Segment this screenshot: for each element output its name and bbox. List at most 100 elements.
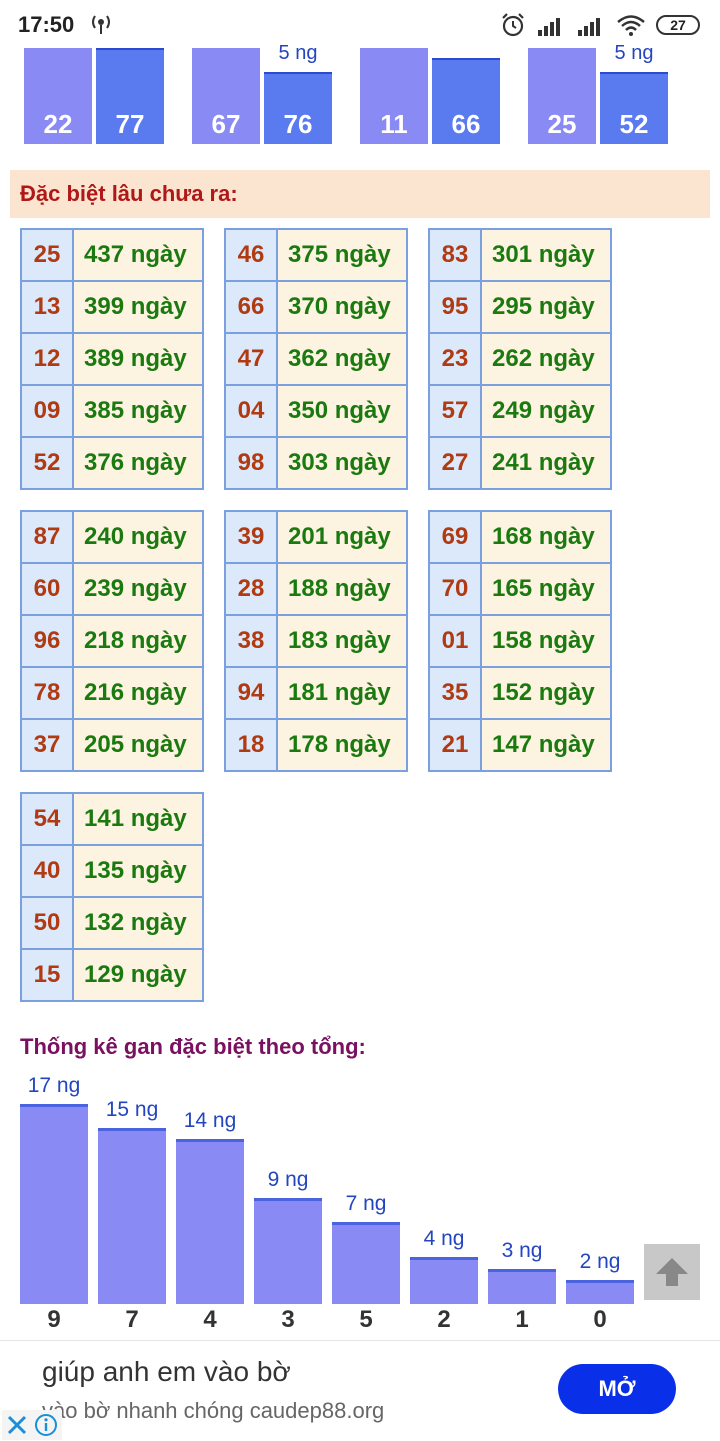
- info-icon[interactable]: [34, 1413, 58, 1437]
- table-row: 18 178 ngày: [226, 720, 406, 770]
- days-cell: 262 ngày: [482, 334, 610, 384]
- battery-icon: 27: [656, 15, 700, 35]
- table-row: 87 240 ngày: [22, 512, 202, 564]
- gan-table: 83 301 ngày 95 295 ngày 23 262 ngày 57 249 ngày…: [428, 228, 612, 490]
- top-bar: 52: [600, 72, 668, 144]
- top-bar-label: 5 ng: [614, 42, 654, 64]
- chart-bar: [332, 1222, 400, 1304]
- top-bar: 66: [432, 58, 500, 144]
- chart-category-label: 0: [593, 1306, 607, 1333]
- chart-bar-label: 17 ng: [27, 1074, 81, 1097]
- number-cell: 46: [226, 230, 278, 280]
- gan-table: 46 375 ngày 66 370 ngày 47 362 ngày 04 350 ngày…: [224, 228, 408, 490]
- table-row: 15 129 ngày: [22, 950, 202, 1000]
- scroll-to-top-button[interactable]: [644, 1244, 700, 1300]
- days-cell: 399 ngày: [74, 282, 202, 332]
- number-cell: 57: [430, 386, 482, 436]
- chart-bar-label: 2 ng: [579, 1250, 621, 1273]
- table-row: 46 375 ngày: [226, 230, 406, 282]
- chart-category-label: 1: [515, 1306, 529, 1333]
- days-cell: 132 ngày: [74, 898, 202, 948]
- table-row: 66 370 ngày: [226, 282, 406, 334]
- days-cell: 205 ngày: [74, 720, 202, 770]
- table-row: 21 147 ngày: [430, 720, 610, 770]
- radio-icon: [92, 15, 110, 34]
- number-cell: 98: [226, 438, 278, 488]
- days-cell: 303 ngày: [278, 438, 406, 488]
- wifi-icon: [617, 15, 645, 36]
- chart-category-label: 9: [47, 1306, 61, 1333]
- top-bar: 67: [192, 48, 260, 144]
- days-cell: 249 ngày: [482, 386, 610, 436]
- days-cell: 165 ngày: [482, 564, 610, 614]
- gan-table: 25 437 ngày 13 399 ngày 12 389 ngày 09 385 ngày…: [20, 228, 204, 490]
- chart-bar-label: 4 ng: [423, 1227, 465, 1250]
- number-cell: 09: [22, 386, 74, 436]
- table-row: 57 249 ngày: [430, 386, 610, 438]
- number-cell: 38: [226, 616, 278, 666]
- days-cell: 181 ngày: [278, 668, 406, 718]
- table-row: 09 385 ngày: [22, 386, 202, 438]
- number-cell: 47: [226, 334, 278, 384]
- days-cell: 350 ngày: [278, 386, 406, 436]
- ad-open-button[interactable]: MỞ: [558, 1364, 676, 1414]
- days-cell: 168 ngày: [482, 512, 610, 562]
- number-cell: 94: [226, 668, 278, 718]
- number-cell: 78: [22, 668, 74, 718]
- chart-bar-label: 7 ng: [345, 1192, 387, 1215]
- number-cell: 70: [430, 564, 482, 614]
- days-cell: 178 ngày: [278, 720, 406, 770]
- chart-category-label: 5: [359, 1306, 373, 1333]
- number-cell: 39: [226, 512, 278, 562]
- sum-chart-title: Thống kê gan đặc biệt theo tổng:: [20, 1034, 366, 1059]
- days-cell: 240 ngày: [74, 512, 202, 562]
- table-row: 98 303 ngày: [226, 438, 406, 488]
- days-cell: 437 ngày: [74, 230, 202, 280]
- chart-bar: [254, 1198, 322, 1304]
- days-cell: 158 ngày: [482, 616, 610, 666]
- ad-close-area[interactable]: [2, 1410, 62, 1440]
- days-cell: 389 ngày: [74, 334, 202, 384]
- days-cell: 239 ngày: [74, 564, 202, 614]
- ad-subtitle[interactable]: vào bờ nhanh chóng caudep88.org: [42, 1398, 384, 1424]
- signal-icon: [538, 18, 560, 36]
- number-cell: 83: [430, 230, 482, 280]
- table-row: 47 362 ngày: [226, 334, 406, 386]
- alarm-icon: [502, 13, 524, 37]
- days-cell: 370 ngày: [278, 282, 406, 332]
- days-cell: 218 ngày: [74, 616, 202, 666]
- table-row: 27 241 ngày: [430, 438, 610, 488]
- days-cell: 129 ngày: [74, 950, 202, 1000]
- chart-bar: [20, 1104, 88, 1304]
- number-cell: 69: [430, 512, 482, 562]
- table-row: 95 295 ngày: [430, 282, 610, 334]
- number-cell: 60: [22, 564, 74, 614]
- chart-bar-label: 14 ng: [183, 1109, 237, 1132]
- gan-table: 54 141 ngày 40 135 ngày 50 132 ngày 15 129 ngày: [20, 792, 204, 1002]
- days-cell: 147 ngày: [482, 720, 610, 770]
- table-row: 37 205 ngày: [22, 720, 202, 770]
- days-cell: 183 ngày: [278, 616, 406, 666]
- number-cell: 28: [226, 564, 278, 614]
- table-row: 78 216 ngày: [22, 668, 202, 720]
- number-cell: 87: [22, 512, 74, 562]
- table-row: 69 168 ngày: [430, 512, 610, 564]
- days-cell: 135 ngày: [74, 846, 202, 896]
- days-cell: 295 ngày: [482, 282, 610, 332]
- number-cell: 66: [226, 282, 278, 332]
- days-cell: 362 ngày: [278, 334, 406, 384]
- top-bar-label: 5 ng: [278, 42, 318, 64]
- close-icon[interactable]: [6, 1414, 28, 1436]
- chart-category-label: 7: [125, 1306, 139, 1333]
- section-title: Đặc biệt lâu chưa ra:: [10, 170, 710, 218]
- days-cell: 301 ngày: [482, 230, 610, 280]
- ad-title[interactable]: giúp anh em vào bờ: [42, 1356, 291, 1388]
- number-cell: 96: [22, 616, 74, 666]
- number-cell: 12: [22, 334, 74, 384]
- table-row: 83 301 ngày: [430, 230, 610, 282]
- chart-bar: [98, 1128, 166, 1304]
- days-cell: 376 ngày: [74, 438, 202, 488]
- number-cell: 01: [430, 616, 482, 666]
- number-cell: 15: [22, 950, 74, 1000]
- number-cell: 23: [430, 334, 482, 384]
